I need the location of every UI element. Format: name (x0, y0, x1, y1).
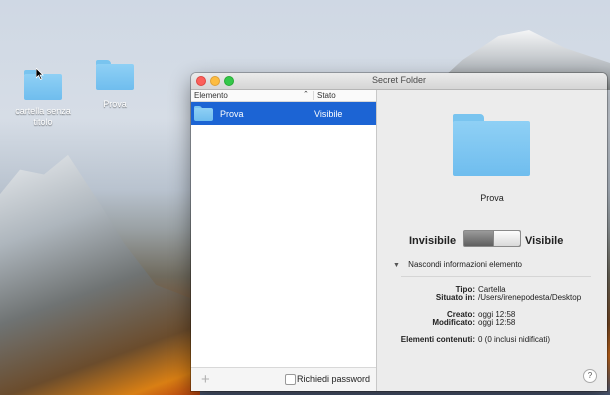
row-item-name: Prova (220, 109, 244, 119)
visibility-toggle[interactable] (463, 230, 521, 247)
large-folder-icon (453, 114, 530, 176)
divider (401, 276, 591, 277)
require-password-checkbox[interactable] (285, 374, 296, 385)
sort-arrow-icon[interactable]: ⌃ (303, 90, 309, 98)
table-header: Elemento ⌃ Stato (191, 90, 376, 102)
items-list-panel: Elemento ⌃ Stato Prova Visibile + Richie… (191, 90, 377, 391)
info-contents-key: Elementi contenuti: (400, 335, 475, 344)
folder-icon (96, 60, 134, 90)
desktop-folder-prova[interactable]: Prova (92, 60, 138, 110)
wallpaper-mountain-left (0, 154, 200, 395)
disclosure-triangle-icon[interactable]: ▼ (393, 262, 400, 269)
add-item-button[interactable]: + (201, 371, 210, 388)
info-modified-value: oggi 12:58 (478, 318, 516, 327)
info-modified-key: Modificato: (432, 318, 475, 327)
list-bottom-bar: + Richiedi password (191, 367, 376, 391)
info-contents-value: 0 (0 inclusi nidificati) (478, 335, 551, 344)
toggle-knob[interactable] (493, 231, 520, 246)
detail-item-name: Prova (480, 193, 504, 203)
table-row[interactable]: Prova Visibile (191, 102, 376, 125)
info-disclosure[interactable]: ▼ Nascondi informazioni elemento (393, 260, 522, 269)
require-password-label[interactable]: Richiedi password (297, 374, 370, 384)
help-button[interactable]: ? (583, 369, 597, 383)
disclosure-label: Nascondi informazioni elemento (408, 260, 523, 269)
visible-label: Visibile (525, 235, 564, 247)
column-header-item[interactable]: Elemento (194, 91, 228, 100)
desktop-icon-label: Prova (103, 99, 127, 109)
row-item-status: Visibile (314, 109, 343, 119)
mouse-cursor-icon (36, 68, 44, 80)
window-title: Secret Folder (371, 75, 427, 85)
detail-panel: Prova Invisibile Visibile ▼ Nascondi inf… (377, 90, 607, 391)
column-header-status[interactable]: Stato (313, 91, 336, 100)
secret-folder-window: Secret Folder Elemento ⌃ Stato Prova Vis… (191, 73, 607, 391)
invisible-label: Invisibile (409, 235, 457, 247)
folder-icon (194, 106, 213, 121)
info-location-value: /Users/irenepodesta/Desktop (478, 293, 582, 302)
desktop-icon-label: cartella senza titolo (15, 106, 71, 127)
info-location-key: Situato in: (435, 293, 475, 302)
title-bar[interactable]: Secret Folder (191, 73, 607, 90)
